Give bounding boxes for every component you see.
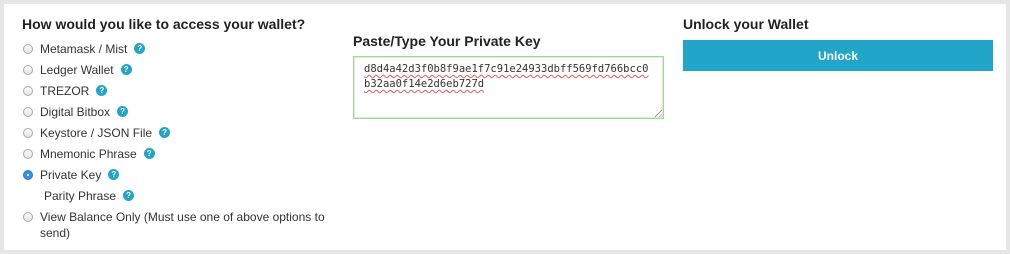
- radio-button[interactable]: [23, 64, 33, 75]
- radio-button[interactable]: [23, 127, 33, 138]
- option-metamask[interactable]: Metamask / Mist ?: [22, 38, 342, 59]
- unlock-button[interactable]: Unlock: [683, 40, 993, 71]
- question-icon[interactable]: ?: [134, 43, 146, 54]
- radio-button-selected[interactable]: [23, 169, 33, 180]
- private-key-textarea[interactable]: d8d4a42d3f0b8f9ae1f7c91e24933dbff569fd76…: [353, 56, 664, 119]
- access-method-heading: How would you like to access your wallet…: [22, 16, 306, 32]
- parity-phrase-link[interactable]: Parity Phrase ?: [22, 185, 342, 206]
- option-label: View Balance Only (Must use one of above…: [40, 210, 325, 240]
- private-key-heading: Paste/Type Your Private Key: [353, 33, 541, 49]
- option-digital-bitbox[interactable]: Digital Bitbox ?: [22, 101, 342, 122]
- option-label: Ledger Wallet: [40, 62, 114, 77]
- question-icon[interactable]: ?: [159, 127, 171, 138]
- question-icon[interactable]: ?: [123, 190, 135, 201]
- option-mnemonic[interactable]: Mnemonic Phrase ?: [22, 143, 342, 164]
- radio-button[interactable]: [23, 85, 33, 96]
- private-key-value: d8d4a42d3f0b8f9ae1f7c91e24933dbff569fd76…: [364, 63, 649, 90]
- option-label: Private Key: [40, 167, 102, 182]
- radio-button[interactable]: [23, 212, 33, 222]
- question-icon[interactable]: ?: [120, 64, 132, 75]
- parity-phrase-label: Parity Phrase: [44, 188, 117, 203]
- option-trezor[interactable]: TREZOR ?: [22, 80, 342, 101]
- access-method-section: How would you like to access your wallet…: [22, 16, 342, 241]
- option-view-balance[interactable]: View Balance Only (Must use one of above…: [22, 206, 342, 241]
- option-label: TREZOR: [40, 83, 90, 98]
- question-icon[interactable]: ?: [108, 169, 120, 180]
- unlock-heading: Unlock your Wallet: [683, 16, 809, 32]
- option-label: Keystore / JSON File: [40, 125, 153, 140]
- radio-button[interactable]: [23, 148, 33, 159]
- wallet-access-panel: How would you like to access your wallet…: [4, 4, 1006, 250]
- question-icon[interactable]: ?: [96, 85, 108, 96]
- option-private-key[interactable]: Private Key ?: [22, 164, 342, 185]
- question-icon[interactable]: ?: [117, 106, 129, 117]
- radio-button[interactable]: [23, 43, 33, 54]
- radio-button[interactable]: [23, 106, 33, 117]
- option-keystore[interactable]: Keystore / JSON File ?: [22, 122, 342, 143]
- question-icon[interactable]: ?: [143, 148, 155, 159]
- unlock-section: Unlock your Wallet Unlock: [683, 16, 993, 71]
- option-label: Digital Bitbox: [40, 104, 111, 119]
- option-label: Metamask / Mist: [40, 41, 128, 56]
- option-ledger[interactable]: Ledger Wallet ?: [22, 59, 342, 80]
- resize-handle-icon[interactable]: [655, 110, 662, 117]
- private-key-section: Paste/Type Your Private Key d8d4a42d3f0b…: [353, 33, 665, 119]
- option-label: Mnemonic Phrase: [40, 146, 137, 161]
